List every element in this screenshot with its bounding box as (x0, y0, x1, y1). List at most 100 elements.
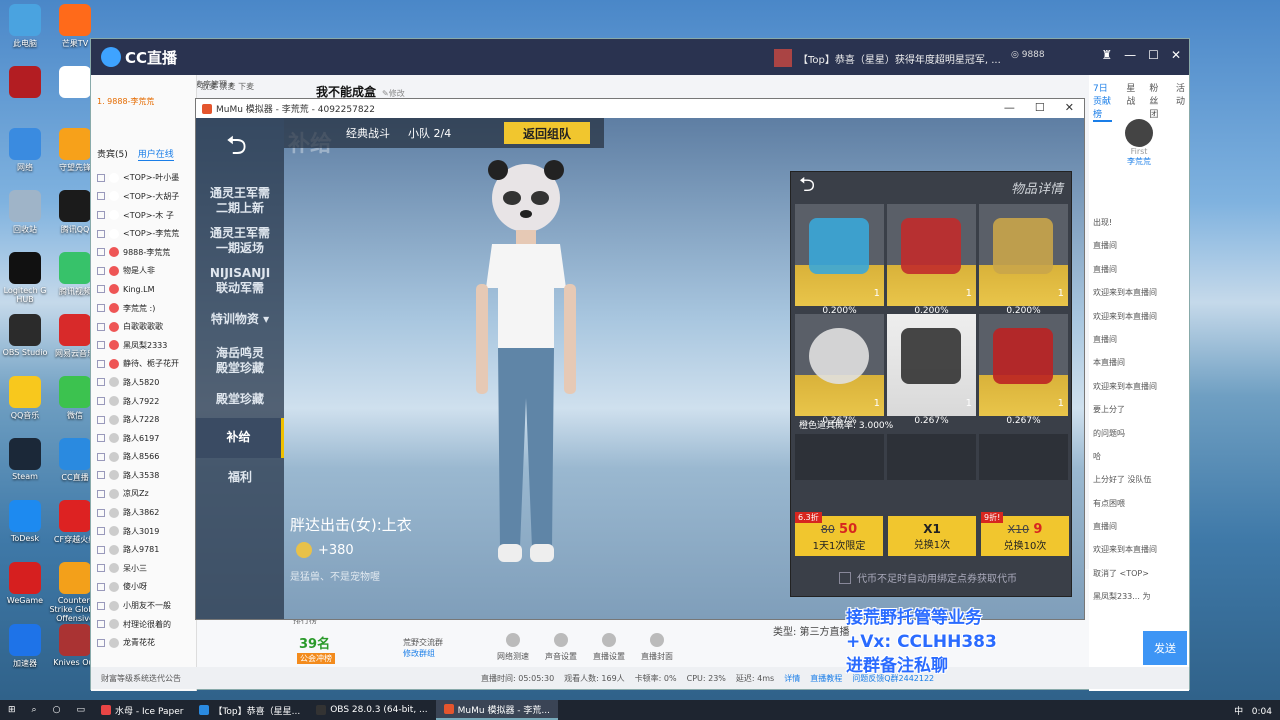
detail-link[interactable]: 详情 (784, 673, 800, 684)
user-row[interactable]: <TOP>-叶小墨 (91, 169, 196, 188)
user-row[interactable]: 路人3019 (91, 522, 196, 541)
tab-rank-3[interactable]: 活动 (1176, 81, 1185, 122)
mic-actions[interactable]: 放麦 禁麦 下麦 (201, 81, 254, 92)
user-row[interactable]: <TOP>-大胡子 (91, 187, 196, 206)
sidebar-item-5[interactable]: 殿堂珍藏 (196, 390, 284, 412)
coin-balance[interactable]: ◎ 9888 (1011, 50, 1045, 60)
tab-rank-0[interactable]: 7日贡献榜 (1093, 81, 1113, 122)
sidebar-item-4[interactable]: 海岳鸣灵 殿堂珍藏 (196, 344, 284, 378)
back-arrow-icon[interactable]: ⮌ (226, 133, 262, 159)
desktop-icon[interactable]: QQ音乐 (0, 376, 53, 421)
desktop-icon[interactable]: OBS Studio (0, 314, 53, 357)
sidebar-item-6[interactable]: 补给 (196, 418, 284, 458)
tool-button[interactable]: 直播设置 (593, 633, 625, 662)
sidebar-item-2[interactable]: NIJISANJI 联动军需 (196, 264, 284, 298)
search-icon[interactable]: ⌕ (24, 700, 45, 720)
reward-cell[interactable]: 1 0.200% (795, 204, 884, 320)
desktop-icon[interactable]: Steam (0, 438, 53, 481)
ime-indicator[interactable]: 中 (1234, 707, 1243, 717)
reward-cell[interactable]: 1 0.267% (795, 314, 884, 430)
taskbar-task[interactable]: MuMu 模拟器 - 李荒... (435, 700, 558, 720)
user-row[interactable]: 路人7228 (91, 410, 196, 429)
first-rank[interactable]: First 李荒荒 (1119, 119, 1159, 167)
user-row[interactable]: 路人8566 (91, 448, 196, 467)
maximize-button[interactable]: ☐ (1148, 48, 1159, 62)
user-row[interactable]: 路人6197 (91, 429, 196, 448)
tab-rank-2[interactable]: 粉丝团 (1149, 81, 1162, 122)
shirt-icon[interactable]: ♜ (1101, 48, 1112, 62)
tool-button[interactable]: 声音设置 (545, 633, 577, 662)
sidebar-item-0[interactable]: 通灵王军需 二期上新 (196, 184, 284, 218)
user-row[interactable]: 路人3538 (91, 466, 196, 485)
return-team-button[interactable]: 返回组队 (504, 122, 590, 144)
task-view-button[interactable]: ▭ (68, 700, 93, 720)
user-row[interactable]: 路人3862 (91, 503, 196, 522)
user-row[interactable]: <TOP>-木 子 (91, 206, 196, 225)
task-view-icon[interactable]: ○ (45, 700, 69, 720)
desktop-icon[interactable]: WeGame (0, 562, 53, 605)
user-row[interactable]: 静待、栀子花开 (91, 355, 196, 374)
desktop-icon[interactable]: 回收站 (0, 190, 53, 235)
tutorial-link[interactable]: 直播教程 (810, 673, 842, 684)
back-arrow-icon[interactable]: ⮌ (799, 170, 815, 204)
group-box[interactable]: 荒野交流群 修改群组 (403, 637, 443, 659)
sidebar-item-3[interactable]: 特训物资 ▾ (196, 310, 284, 332)
user-row[interactable]: 傻小呀 (91, 578, 196, 597)
tab-rank-1[interactable]: 星战 (1126, 81, 1135, 122)
user-row[interactable]: <TOP>-李荒荒 (91, 224, 196, 243)
buy-button-0[interactable]: 6.3折 80 50 1天1次限定 (795, 512, 883, 556)
user-row[interactable]: 李荒荒 :) (91, 299, 196, 318)
tab-guests[interactable]: 贵宾(5) (97, 147, 128, 161)
close-button[interactable]: ✕ (1171, 48, 1181, 62)
news-ticker[interactable]: 【Top】恭喜（星星）获得年度超明星冠军, ... (774, 49, 1001, 67)
user-row[interactable]: King.LM (91, 280, 196, 299)
user-row[interactable]: 9888-李荒荒 (91, 243, 196, 262)
user-row[interactable]: 物是人非 (91, 262, 196, 281)
reward-cell[interactable]: 1 0.200% (979, 204, 1068, 320)
user-row[interactable]: 村理论很着的 (91, 615, 196, 634)
windows-start-icon[interactable]: ⊞ (0, 700, 24, 720)
auto-bind-checkbox[interactable] (839, 571, 851, 584)
buy-button-1[interactable]: X1 兑换1次 (888, 516, 976, 556)
user-row[interactable]: 白歌歌歌歌 (91, 317, 196, 336)
user-row[interactable]: 路人7922 (91, 392, 196, 411)
desktop-icon[interactable]: Logitech G HUB (0, 252, 53, 304)
edit-link[interactable]: ✎修改 (382, 89, 405, 98)
reward-cell[interactable]: 1 0.267% (979, 314, 1068, 430)
user-row[interactable]: 龙青花花 (91, 633, 196, 652)
sidebar-item-1[interactable]: 通灵王军需 一期返场 (196, 224, 284, 258)
buy-button-2[interactable]: 9折! X10 9 兑换10次 (981, 512, 1069, 556)
close-button[interactable]: ✕ (1065, 101, 1074, 114)
reward-cell[interactable] (887, 434, 976, 480)
desktop-icon[interactable]: 网络 (0, 128, 53, 173)
top-mic-user[interactable]: 1. 9888-李荒荒 (91, 92, 196, 111)
auto-bind-option[interactable]: 代币不足时自动用绑定点券获取代币 (839, 570, 1017, 585)
user-row[interactable]: 路人5820 (91, 373, 196, 392)
user-row[interactable]: 凉风Zz (91, 485, 196, 504)
user-row[interactable]: 黑凤梨2333 (91, 336, 196, 355)
desktop-icon[interactable]: 加速器 (0, 624, 53, 669)
minimize-button[interactable]: — (1124, 48, 1136, 62)
maximize-button[interactable]: ☐ (1035, 101, 1045, 114)
notice[interactable]: 财富等级系统迭代公告 (101, 673, 181, 684)
tool-button[interactable]: 直播封面 (641, 633, 673, 662)
reward-cell[interactable]: 1 0.267% (887, 314, 976, 430)
tool-button[interactable]: 网络测速 (497, 633, 529, 662)
desktop-icon[interactable]: ToDesk (0, 500, 53, 543)
reward-cell[interactable] (795, 434, 884, 480)
reward-cell[interactable]: 1 0.200% (887, 204, 976, 320)
panda-character[interactable] (466, 148, 586, 588)
live-type[interactable]: 类型: 第三方直播 (773, 623, 850, 638)
tab-online-users[interactable]: 用户在线 (137, 147, 174, 161)
sidebar-item-7[interactable]: 福利 (196, 468, 284, 490)
user-row[interactable]: 路人9781 (91, 540, 196, 559)
guild-tag[interactable]: 公会冲榜 (297, 653, 335, 664)
taskbar-task[interactable]: 水母 - Ice Paper (93, 700, 191, 720)
reward-cell[interactable] (979, 434, 1068, 480)
taskbar-task[interactable]: 【Top】恭喜（星星... (191, 700, 308, 720)
user-row[interactable]: 呆小三 (91, 559, 196, 578)
send-button[interactable]: 发送 (1143, 631, 1187, 665)
user-row[interactable]: 小朋友不一般 (91, 596, 196, 615)
desktop-icon[interactable]: 此电脑 (0, 4, 53, 49)
clock[interactable]: 0:04 (1252, 707, 1272, 717)
